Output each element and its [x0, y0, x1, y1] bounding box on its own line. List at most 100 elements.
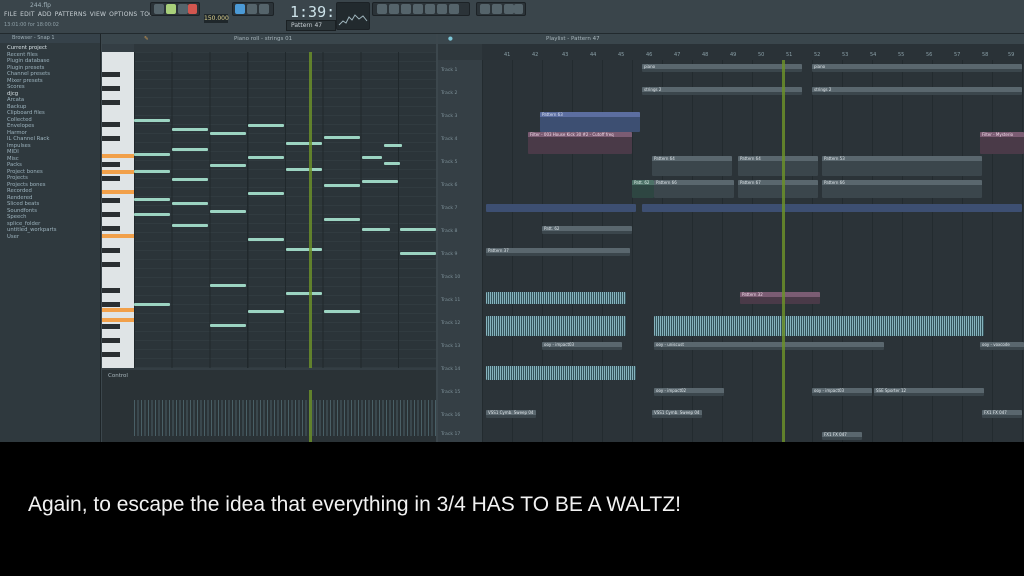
track-label[interactable]: Track 4: [441, 137, 457, 142]
clip[interactable]: Pattern 64: [738, 156, 818, 176]
stop-icon[interactable]: [178, 4, 188, 14]
clip[interactable]: SSE Sporter 12: [874, 388, 984, 396]
note[interactable]: [286, 168, 322, 171]
note[interactable]: [286, 142, 322, 145]
note[interactable]: [134, 170, 170, 173]
mixer-icon[interactable]: [413, 4, 423, 14]
browser-item[interactable]: User: [7, 234, 100, 241]
piano-keyboard[interactable]: [102, 52, 134, 368]
track-label[interactable]: Track 16: [441, 413, 460, 418]
clip[interactable]: Filter - 003 House Kick 30 #2 - Cutoff f…: [528, 132, 632, 154]
clip[interactable]: Patt. 62: [542, 226, 632, 234]
note[interactable]: [362, 228, 390, 231]
track-label[interactable]: Track 3: [441, 114, 457, 119]
menu-view[interactable]: VIEW: [90, 11, 106, 18]
playlist-playhead[interactable]: [782, 60, 785, 442]
note[interactable]: [134, 198, 170, 201]
note[interactable]: [286, 248, 322, 251]
note[interactable]: [384, 162, 400, 165]
clip[interactable]: Filter - Mysterio: [980, 132, 1024, 154]
note[interactable]: [210, 324, 246, 327]
event-editor[interactable]: Control: [102, 370, 436, 442]
track-label[interactable]: Track 15: [441, 390, 460, 395]
snap-icon[interactable]: ●: [448, 34, 453, 44]
note[interactable]: [134, 303, 170, 306]
note[interactable]: [248, 310, 284, 313]
note[interactable]: [324, 310, 360, 313]
clip[interactable]: FX1 FX 047: [822, 432, 862, 440]
note[interactable]: [172, 178, 208, 181]
velocity-lanes[interactable]: [134, 400, 436, 436]
play-icon[interactable]: [166, 4, 176, 14]
metronome-icon[interactable]: [235, 4, 245, 14]
note[interactable]: [134, 119, 170, 122]
clip[interactable]: strings 2: [812, 87, 1022, 95]
note[interactable]: [172, 148, 208, 151]
clip[interactable]: [486, 204, 636, 212]
track-label[interactable]: Track 17: [441, 432, 460, 437]
playlist-ruler[interactable]: 41 42 43 44 45 46 47 48 49 50 51 52 53 5…: [482, 44, 1024, 60]
note[interactable]: [362, 156, 382, 159]
clip[interactable]: Pattern 37: [486, 248, 630, 256]
menu-file[interactable]: FILE: [4, 11, 17, 18]
note[interactable]: [248, 192, 284, 195]
note[interactable]: [248, 156, 284, 159]
clip[interactable]: ooy - impact02: [654, 388, 724, 396]
note[interactable]: [210, 132, 246, 135]
audio-clip[interactable]: [486, 366, 636, 380]
piano-roll-grid[interactable]: [134, 52, 436, 368]
note[interactable]: [324, 184, 360, 187]
track-label[interactable]: Track 9: [441, 252, 457, 257]
note[interactable]: [384, 144, 402, 147]
note[interactable]: [134, 213, 170, 216]
audio-clip[interactable]: [654, 316, 984, 336]
clip[interactable]: ooy - impact03: [812, 388, 872, 396]
note[interactable]: [324, 136, 360, 139]
note[interactable]: [248, 124, 284, 127]
mic-icon[interactable]: [504, 4, 514, 14]
playhead[interactable]: [309, 52, 312, 368]
note[interactable]: [210, 284, 246, 287]
clip[interactable]: Pattern 67: [738, 180, 818, 198]
note[interactable]: [400, 252, 436, 255]
pattern-song-toggle[interactable]: [154, 4, 164, 14]
clip[interactable]: ooy - voxcode: [980, 342, 1024, 350]
track-label[interactable]: Track 12: [441, 321, 460, 326]
clip[interactable]: Pattern 66: [654, 180, 734, 198]
help-icon[interactable]: [514, 4, 523, 14]
tempo-display[interactable]: 150.000: [204, 14, 229, 23]
track-label[interactable]: Track 13: [441, 344, 460, 349]
playlist-grid[interactable]: piano piano strings 2 strings 2 Pattern …: [482, 60, 1024, 442]
piano-roll-ruler[interactable]: [134, 44, 436, 52]
clip[interactable]: VSS1 Cymb. Sweep 04: [486, 410, 536, 418]
clip[interactable]: Pattern 63: [540, 112, 640, 132]
tools-icon[interactable]: ✎: [144, 34, 149, 44]
track-label[interactable]: Track 11: [441, 298, 460, 303]
clip[interactable]: Pattern 32: [740, 292, 820, 304]
track-label[interactable]: Track 1: [441, 68, 457, 73]
track-label[interactable]: Track 7: [441, 206, 457, 211]
note[interactable]: [134, 153, 170, 156]
note[interactable]: [248, 238, 284, 241]
playlist-icon[interactable]: [377, 4, 387, 14]
note[interactable]: [210, 210, 246, 213]
clip[interactable]: piano: [812, 64, 1022, 72]
menu-patterns[interactable]: PATTERNS: [55, 11, 87, 18]
track-label[interactable]: Track 14: [441, 367, 460, 372]
control-label[interactable]: Control: [108, 373, 128, 379]
render-icon[interactable]: [480, 4, 490, 14]
track-label[interactable]: Track 2: [441, 91, 457, 96]
record-icon[interactable]: [188, 4, 197, 14]
clip[interactable]: ooy - impact03: [542, 342, 622, 350]
clip[interactable]: VSS1 Cymb. Sweep 04: [652, 410, 702, 418]
info-icon[interactable]: [449, 4, 459, 14]
track-label[interactable]: Track 6: [441, 183, 457, 188]
clip[interactable]: [642, 204, 1022, 212]
clip[interactable]: piano: [642, 64, 802, 72]
audio-clip[interactable]: [486, 292, 626, 304]
note[interactable]: [172, 202, 208, 205]
menu-edit[interactable]: EDIT: [20, 11, 35, 18]
countdown-icon[interactable]: [259, 4, 269, 14]
note[interactable]: [172, 128, 208, 131]
note[interactable]: [362, 180, 398, 183]
